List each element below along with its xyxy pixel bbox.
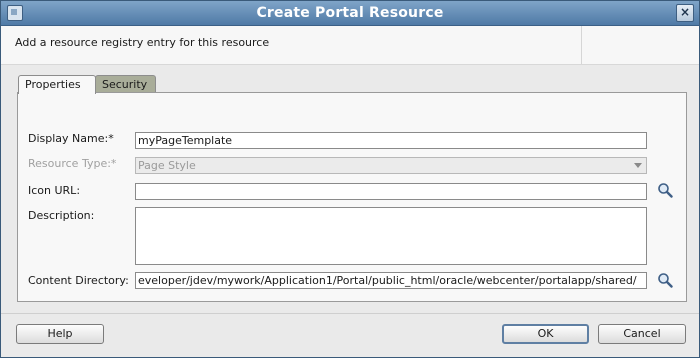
icon-url-field[interactable] [135, 183, 647, 200]
icon-url-label: Icon URL: [28, 184, 81, 197]
dialog-title: Create Portal Resource [256, 5, 444, 21]
help-button[interactable]: Help [16, 324, 104, 344]
search-icon[interactable] [657, 182, 673, 198]
header-band: Add a resource registry entry for this r… [1, 26, 699, 65]
resource-type-select[interactable]: Page Style [135, 157, 647, 174]
display-name-field[interactable]: myPageTemplate [135, 132, 647, 149]
ok-button[interactable]: OK [502, 324, 589, 344]
chevron-down-icon [634, 163, 642, 168]
cancel-button[interactable]: Cancel [598, 324, 686, 344]
display-name-label: Display Name:* [28, 132, 114, 145]
content-directory-label: Content Directory: [28, 274, 129, 287]
title-bar[interactable]: Create Portal Resource × [1, 1, 699, 26]
description-label: Description: [28, 209, 95, 222]
dialog-window: Create Portal Resource × Add a resource … [0, 0, 700, 358]
tab-security[interactable]: Security [95, 75, 156, 93]
close-icon[interactable]: × [676, 4, 694, 22]
header-description: Add a resource registry entry for this r… [15, 36, 270, 49]
content-directory-field[interactable]: eveloper/jdev/mywork/Application1/Portal… [135, 272, 647, 289]
resource-type-value: Page Style [138, 159, 196, 172]
header-divider [581, 26, 582, 64]
tab-properties[interactable]: Properties [18, 75, 96, 94]
resource-type-label: Resource Type:* [28, 157, 117, 170]
footer-divider [1, 313, 699, 314]
search-icon[interactable] [657, 272, 673, 288]
description-field[interactable] [135, 207, 647, 265]
